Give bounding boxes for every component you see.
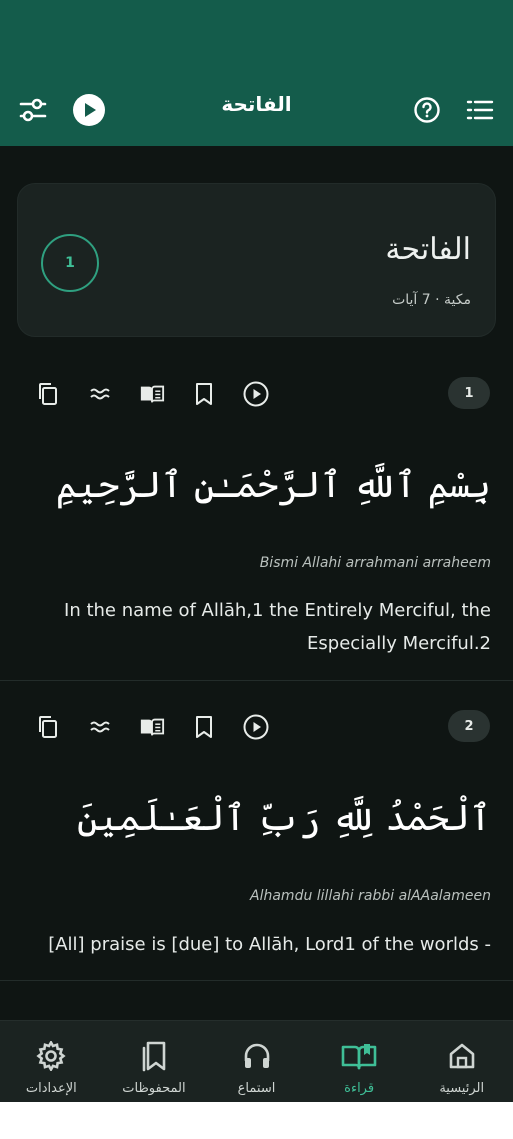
verse-transliteration: Bismi Allahi arrahmani arraheem: [259, 555, 491, 571]
verse-arabic-text: بِسْمِ ٱللَّهِ ٱلرَّحْمَـٰنِ ٱلرَّحِيمِ: [55, 465, 491, 506]
book-open-icon: [140, 385, 165, 403]
verse-divider: [0, 680, 513, 681]
play-circle-icon: [243, 381, 269, 407]
bookmark-button[interactable]: [191, 714, 217, 740]
copy-button[interactable]: [35, 381, 61, 407]
surah-list-button[interactable]: [463, 93, 497, 127]
nav-home[interactable]: الرئيسية: [410, 1021, 513, 1102]
read-button[interactable]: [139, 381, 165, 407]
verse-item: 1 بِسْمِ ٱللَّهِ ٱلرَّحْمَـٰنِ ٱلرَّحِيم…: [0, 377, 513, 677]
book-open-icon: [341, 1044, 377, 1070]
read-button[interactable]: [139, 714, 165, 740]
book-open-icon: [140, 718, 165, 736]
nav-settings[interactable]: الإعدادات: [0, 1021, 103, 1102]
surah-header-card: 1 الفاتحة مكية · 7 آيات: [17, 183, 496, 337]
wave-icon: [90, 388, 110, 400]
nav-label: قراءة: [344, 1081, 375, 1096]
list-icon: [466, 100, 494, 120]
system-bar-area: [0, 1102, 513, 1139]
help-circle-icon: [414, 97, 440, 123]
bookmark-icon: [196, 383, 212, 405]
copy-icon: [39, 383, 57, 405]
nav-bookmarks[interactable]: المحفوظات: [103, 1021, 206, 1102]
nav-label: الإعدادات: [25, 1081, 77, 1096]
app-bar: الفاتحة: [0, 76, 513, 146]
verse-item: 2 ٱلْحَمْدُ لِلَّهِ رَبِّ ٱلْعَـٰلَمِينَ…: [0, 710, 513, 970]
nav-label: المحفوظات: [122, 1081, 186, 1096]
verse-number-badge: 1: [448, 377, 490, 409]
status-bar-area: [0, 0, 513, 76]
headphones-icon: [244, 1043, 269, 1068]
verse-number-badge: 2: [448, 710, 490, 742]
surah-name: الفاتحة: [385, 232, 471, 267]
play-circle-icon: [243, 714, 269, 740]
wave-icon: [90, 721, 110, 733]
copy-icon: [39, 716, 57, 738]
bookmark-button[interactable]: [191, 381, 217, 407]
verse-transliteration: Alhamdu lillahi rabbi alAAalameen: [250, 888, 491, 904]
play-verse-button[interactable]: [243, 381, 269, 407]
surah-number-badge: 1: [41, 234, 99, 292]
surah-meta: مكية · 7 آيات: [392, 292, 471, 308]
nav-read[interactable]: قراءة: [308, 1021, 411, 1102]
nav-listen[interactable]: استماع: [205, 1021, 308, 1102]
nav-label: الرئيسية: [439, 1081, 485, 1096]
verse-actions: [35, 377, 269, 411]
play-verse-button[interactable]: [243, 714, 269, 740]
tafsir-button[interactable]: [87, 714, 113, 740]
tafsir-button[interactable]: [87, 381, 113, 407]
verse-actions: [35, 710, 269, 744]
gear-icon: [36, 1041, 66, 1071]
home-icon: [449, 1043, 475, 1069]
verse-arabic-text: ٱلْحَمْدُ لِلَّهِ رَبِّ ٱلْعَـٰلَمِينَ: [76, 798, 491, 839]
help-button[interactable]: [410, 93, 444, 127]
bottom-navigation: الرئيسية قراءة استماع المحفوظات الإعدادا…: [0, 1020, 513, 1102]
verse-translation: [All] praise is [due] to Allāh, Lord1 of…: [48, 934, 491, 955]
verse-translation: In the name of Allāh,1 the Entirely Merc…: [64, 600, 491, 654]
copy-button[interactable]: [35, 714, 61, 740]
bookmarks-icon: [142, 1041, 166, 1072]
verse-divider: [0, 980, 513, 981]
nav-label: استماع: [237, 1081, 276, 1096]
bookmark-icon: [196, 716, 212, 738]
